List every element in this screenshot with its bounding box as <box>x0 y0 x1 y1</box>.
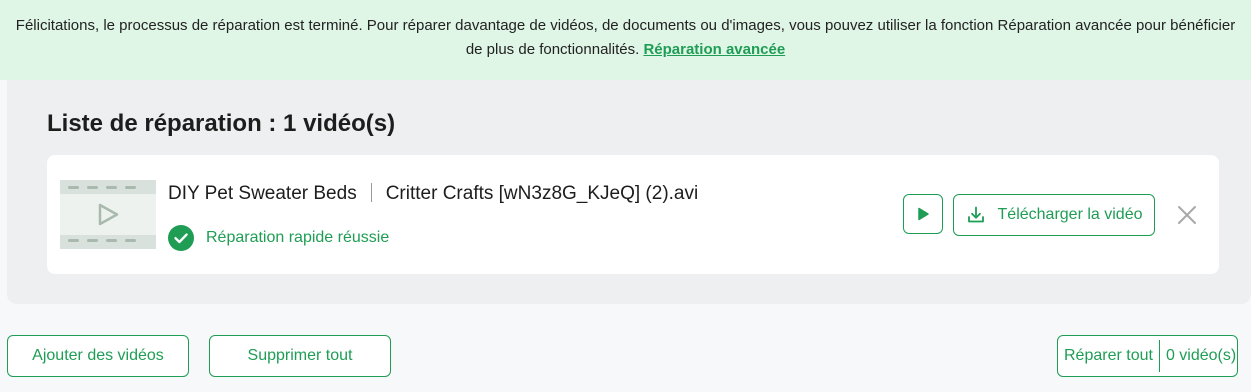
file-name-separator <box>370 183 372 202</box>
video-thumbnail-icon <box>60 180 156 249</box>
download-video-label: Télécharger la vidéo <box>997 206 1143 223</box>
status-text: Réparation rapide réussie <box>206 229 390 246</box>
close-icon[interactable] <box>1176 204 1198 226</box>
repair-list-panel: Liste de réparation : 1 vidéo(s) DIY Pet… <box>7 80 1251 304</box>
download-icon <box>967 206 984 223</box>
advanced-repair-link[interactable]: Réparation avancée <box>643 41 785 58</box>
repair-all-button[interactable]: Réparer tout 0 vidéo(s) <box>1057 335 1238 377</box>
repair-status: Réparation rapide réussie <box>168 225 389 251</box>
banner-message: Félicitations, le processus de réparatio… <box>15 17 1236 58</box>
play-button[interactable] <box>903 194 943 234</box>
check-circle-icon <box>168 225 194 251</box>
file-name-part2: Critter Crafts [wN3z8G_KJeQ] (2).avi <box>385 183 699 204</box>
file-name-part1: DIY Pet Sweater Beds <box>168 183 357 204</box>
repair-all-label: Réparer tout <box>1064 347 1153 364</box>
add-videos-button[interactable]: Ajouter des vidéos <box>7 335 189 377</box>
download-video-button[interactable]: Télécharger la vidéo <box>953 194 1155 236</box>
list-item: DIY Pet Sweater Beds Critter Crafts [wN3z… <box>47 155 1219 274</box>
play-icon <box>918 207 929 221</box>
remove-all-button[interactable]: Supprimer tout <box>209 335 391 377</box>
file-name: DIY Pet Sweater Beds Critter Crafts [wN3z… <box>168 183 698 205</box>
repair-list-title: Liste de réparation : 1 vidéo(s) <box>47 110 396 137</box>
success-banner: Félicitations, le processus de réparatio… <box>0 0 1251 80</box>
repair-count: 0 vidéo(s) <box>1165 347 1237 364</box>
